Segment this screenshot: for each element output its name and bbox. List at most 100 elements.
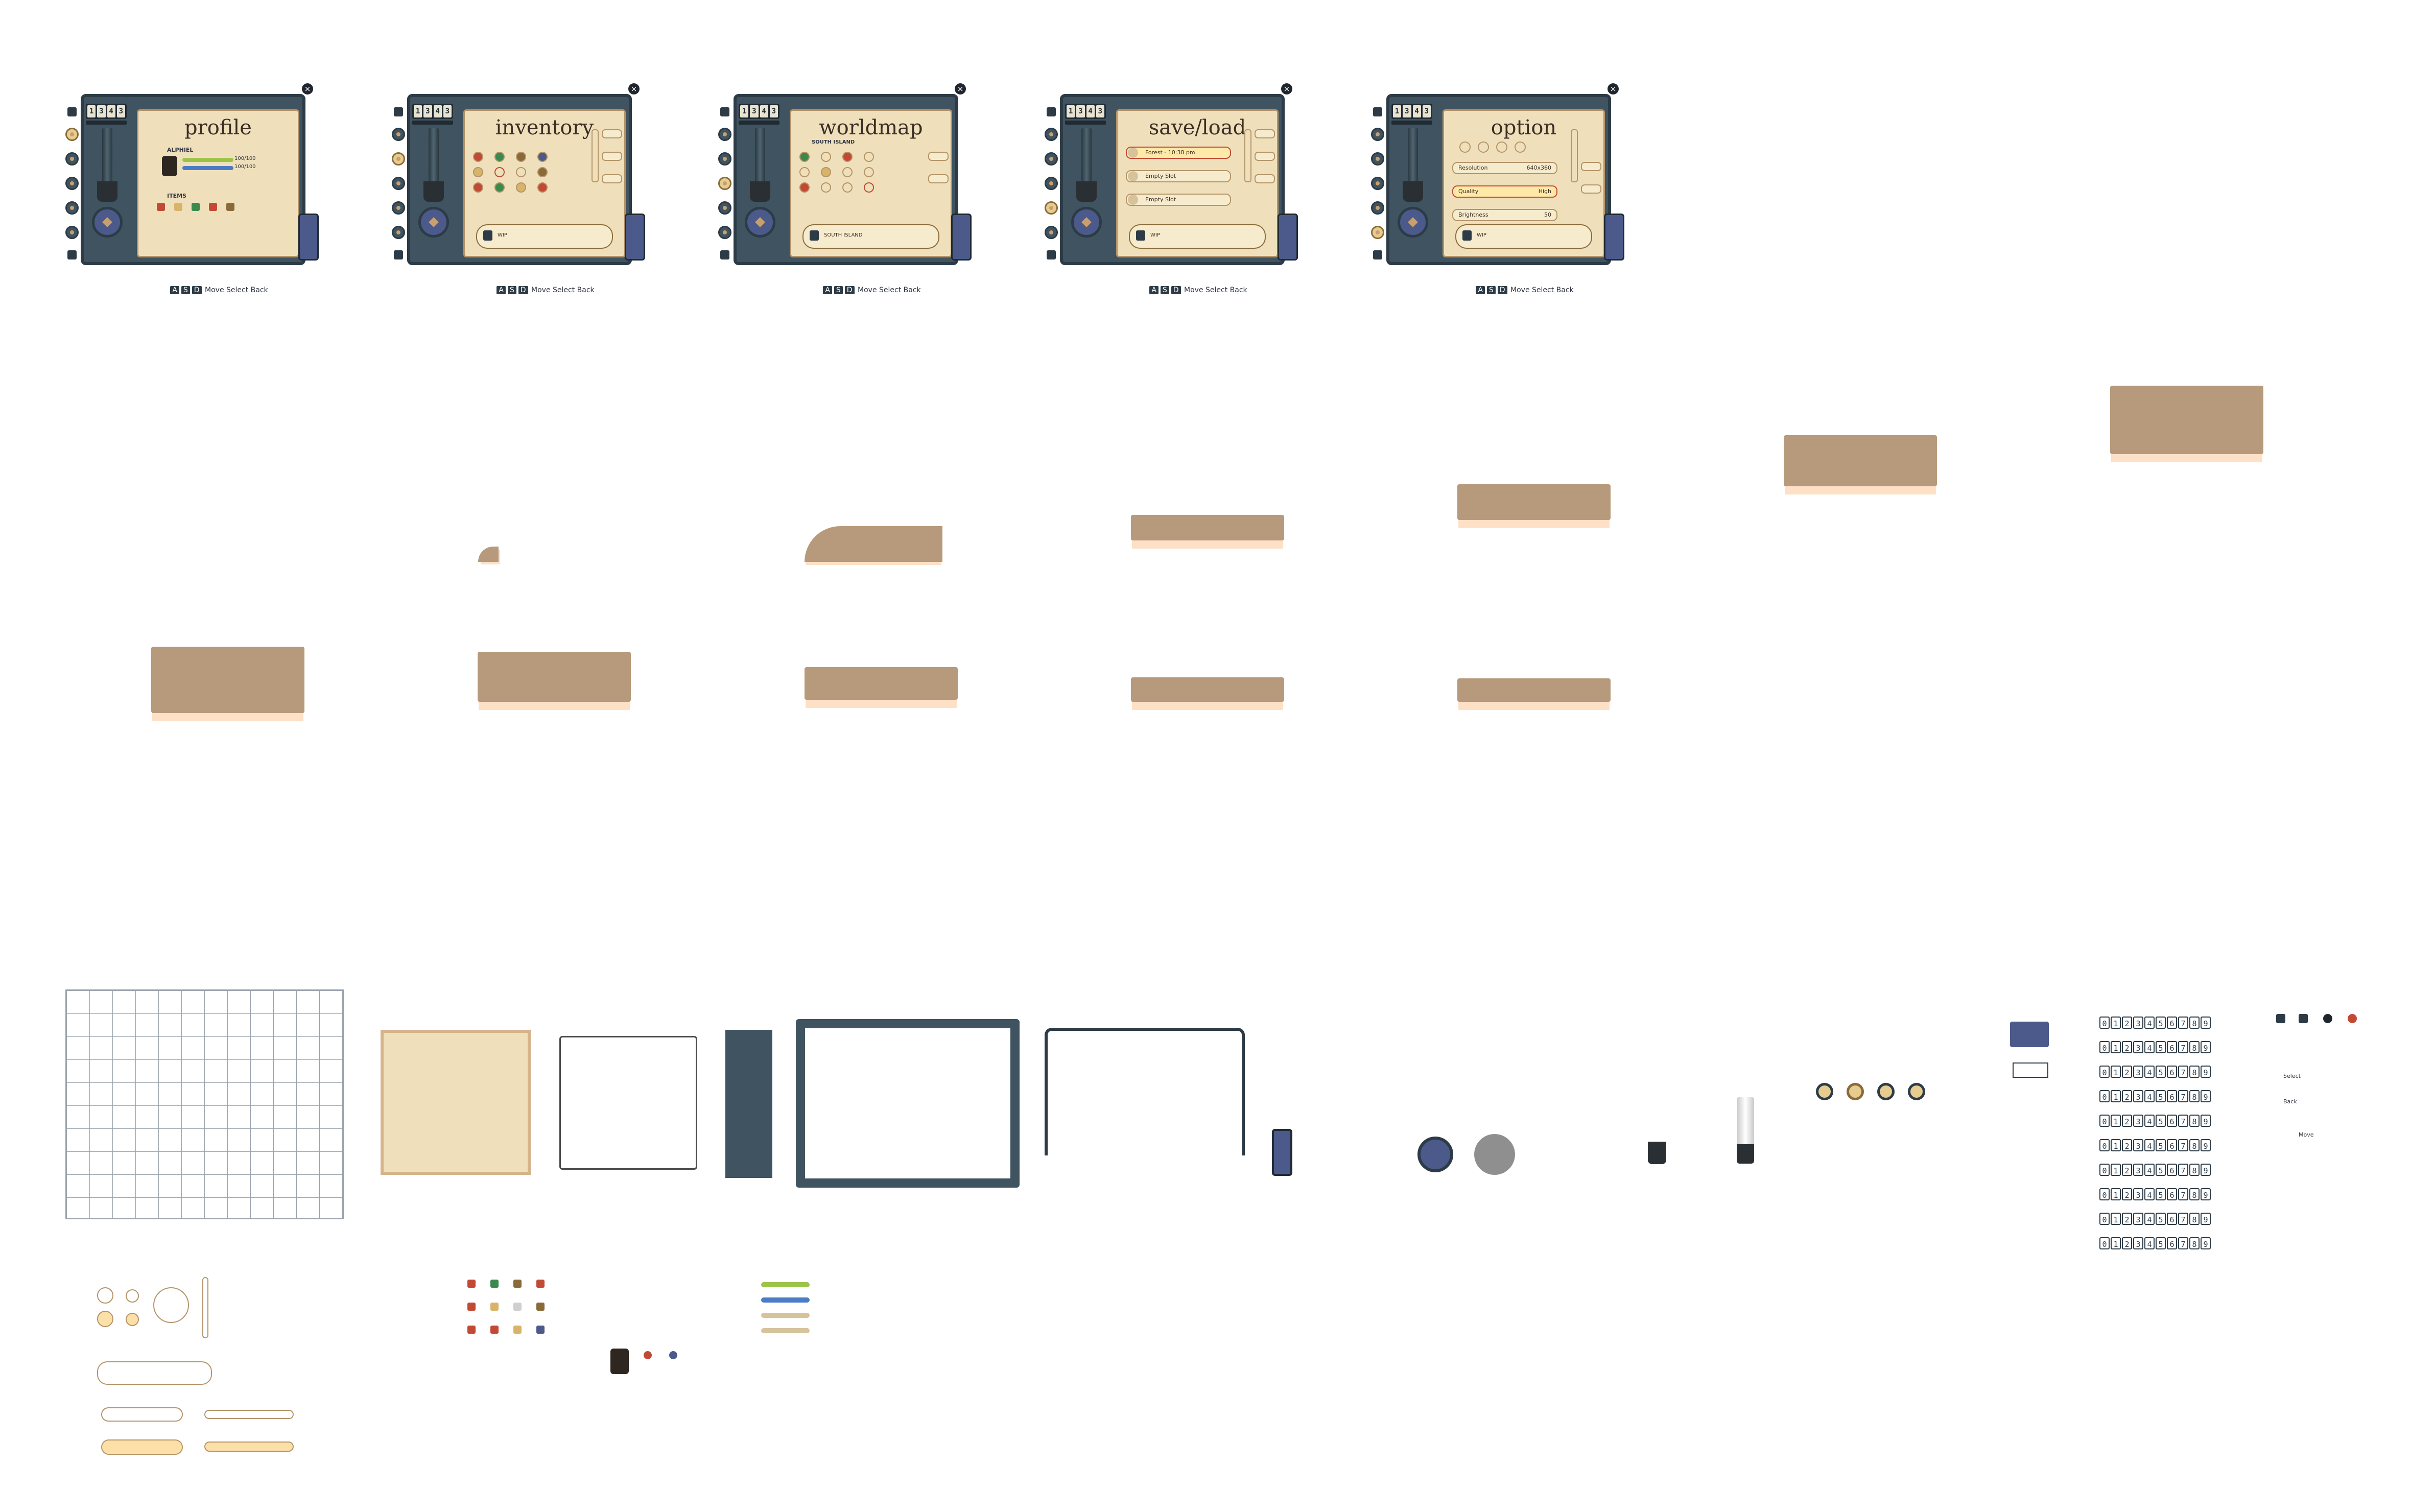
compass-icon[interactable] [745, 207, 775, 238]
map-node[interactable] [799, 182, 810, 193]
map-node[interactable] [821, 167, 831, 177]
tab-profile[interactable] [392, 128, 405, 141]
tab-option[interactable] [1371, 226, 1384, 239]
controls-icon[interactable] [1496, 141, 1507, 153]
item-slot[interactable] [473, 167, 483, 177]
scrollbar[interactable] [592, 129, 599, 182]
item-slot[interactable] [537, 167, 548, 177]
tab-down-icon[interactable] [1047, 250, 1056, 259]
display-icon[interactable] [1515, 141, 1526, 153]
tab-option[interactable] [718, 226, 731, 239]
tab-save[interactable] [718, 201, 731, 215]
map-node[interactable] [821, 152, 831, 162]
tab-option[interactable] [65, 226, 79, 239]
item-slot-selected[interactable] [494, 167, 505, 177]
action-button[interactable] [1255, 152, 1275, 161]
digit-glyph: 0 [2099, 1139, 2110, 1151]
save-slot[interactable]: Forest - 10:38 pm [1126, 147, 1231, 159]
tab-down-icon[interactable] [67, 250, 77, 259]
close-icon[interactable]: × [1608, 83, 1619, 94]
tab-inventory[interactable] [1371, 152, 1384, 166]
item-slot[interactable] [516, 182, 526, 193]
tab-profile[interactable] [65, 128, 79, 141]
tab-up-icon[interactable] [720, 107, 729, 116]
tab-worldmap[interactable] [1371, 177, 1384, 190]
map-node[interactable] [864, 182, 874, 193]
save-slot[interactable]: Empty Slot [1126, 170, 1231, 182]
item-slot[interactable] [537, 182, 548, 193]
tab-worldmap[interactable] [392, 177, 405, 190]
map-node[interactable] [842, 182, 853, 193]
map-node[interactable] [842, 167, 853, 177]
action-button[interactable] [1581, 184, 1601, 194]
action-button[interactable] [602, 174, 622, 183]
tab-up-icon[interactable] [67, 107, 77, 116]
option-row[interactable]: Brightness 50 [1452, 209, 1557, 221]
compass-icon[interactable] [1071, 207, 1102, 238]
item-slot[interactable] [516, 167, 526, 177]
scrollbar[interactable] [1244, 129, 1251, 182]
tab-inventory[interactable] [65, 152, 79, 166]
tab-worldmap[interactable] [65, 177, 79, 190]
key-cap: A [497, 286, 506, 294]
settings-icon[interactable] [1459, 141, 1471, 153]
tab-up-icon[interactable] [394, 107, 403, 116]
close-icon[interactable]: × [1281, 83, 1292, 94]
save-slot[interactable]: Empty Slot [1126, 194, 1231, 206]
item-slot[interactable] [516, 152, 526, 162]
map-node[interactable] [842, 152, 853, 162]
item-slot[interactable] [494, 182, 505, 193]
compass-icon[interactable] [418, 207, 449, 238]
action-button[interactable] [1255, 129, 1275, 138]
tab-worldmap[interactable] [1045, 177, 1058, 190]
tab-down-icon[interactable] [720, 250, 729, 259]
map-node[interactable] [864, 167, 874, 177]
sound-icon[interactable] [1478, 141, 1489, 153]
action-button[interactable] [602, 152, 622, 161]
tab-inventory[interactable] [1045, 152, 1058, 166]
tab-save[interactable] [65, 201, 79, 215]
tab-profile[interactable] [718, 128, 731, 141]
map-node[interactable] [799, 167, 810, 177]
potion-icon[interactable] [209, 203, 217, 211]
compass-icon[interactable] [92, 207, 123, 238]
tab-save[interactable] [1371, 201, 1384, 215]
gem-icon[interactable] [174, 203, 182, 211]
tab-worldmap[interactable] [718, 177, 731, 190]
item-slot[interactable] [494, 152, 505, 162]
tab-save[interactable] [392, 201, 405, 215]
action-button[interactable] [928, 152, 949, 161]
sword-icon[interactable] [226, 203, 234, 211]
action-button[interactable] [602, 129, 622, 138]
scrollbar[interactable] [1571, 129, 1578, 182]
tab-option[interactable] [392, 226, 405, 239]
tab-option[interactable] [1045, 226, 1058, 239]
tab-inventory[interactable] [392, 152, 405, 166]
map-node[interactable] [799, 152, 810, 162]
tab-inventory[interactable] [718, 152, 731, 166]
tab-profile[interactable] [1045, 128, 1058, 141]
tab-down-icon[interactable] [1373, 250, 1382, 259]
leaf-icon[interactable] [192, 203, 200, 211]
map-node[interactable] [821, 182, 831, 193]
item-slot[interactable] [537, 152, 548, 162]
frame-side-tile [725, 1030, 772, 1178]
action-button[interactable] [928, 174, 949, 183]
action-button[interactable] [1581, 162, 1601, 171]
close-icon[interactable]: × [628, 83, 640, 94]
tab-profile[interactable] [1371, 128, 1384, 141]
apple-icon[interactable] [157, 203, 165, 211]
close-icon[interactable]: × [302, 83, 313, 94]
option-row[interactable]: Resolution 640x360 [1452, 162, 1557, 174]
tab-up-icon[interactable] [1373, 107, 1382, 116]
tab-up-icon[interactable] [1047, 107, 1056, 116]
close-icon[interactable]: × [955, 83, 966, 94]
map-node[interactable] [864, 152, 874, 162]
action-button[interactable] [1255, 174, 1275, 183]
tab-save[interactable] [1045, 201, 1058, 215]
item-slot[interactable] [473, 182, 483, 193]
option-row[interactable]: Quality High [1452, 185, 1557, 198]
compass-icon[interactable] [1398, 207, 1428, 238]
item-slot[interactable] [473, 152, 483, 162]
tab-down-icon[interactable] [394, 250, 403, 259]
